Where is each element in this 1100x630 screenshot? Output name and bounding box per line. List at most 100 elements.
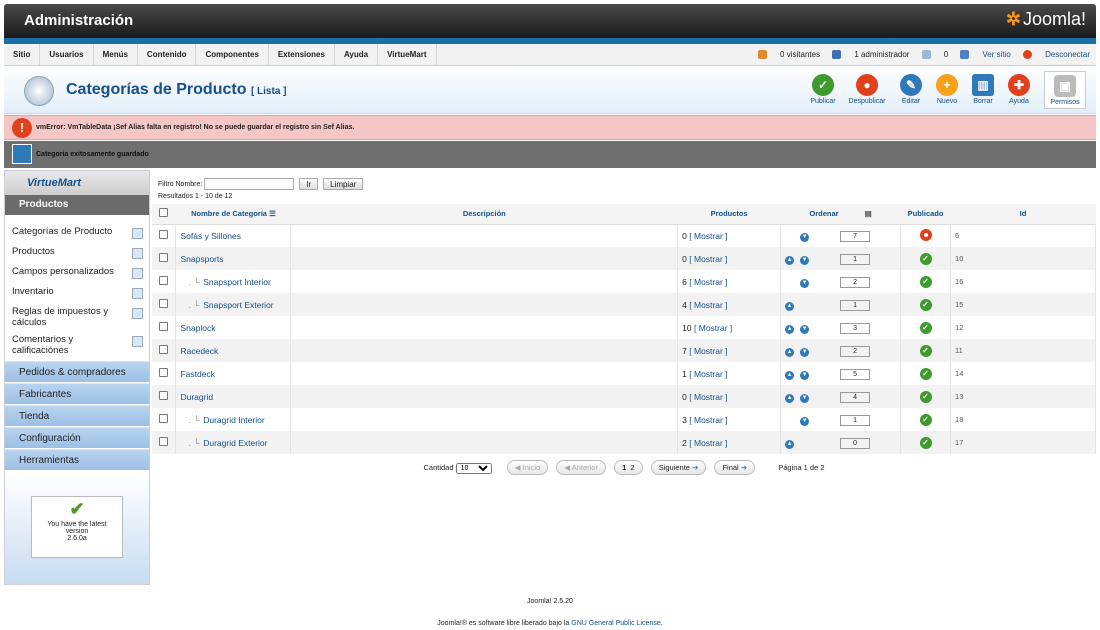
- show-products-link[interactable]: [ Mostrar ]: [694, 323, 732, 333]
- row-checkbox[interactable]: [159, 345, 169, 354]
- move-down-icon[interactable]: ▼: [800, 370, 810, 380]
- virtuemart-logo[interactable]: VirtueMart: [27, 177, 81, 189]
- move-down-icon[interactable]: ▼: [800, 278, 810, 288]
- published-icon[interactable]: ✓: [919, 436, 932, 449]
- end-button[interactable]: Final ➔: [714, 460, 756, 475]
- menu-extensiones[interactable]: Extensiones: [269, 44, 335, 65]
- header-description[interactable]: Descripción: [290, 204, 678, 225]
- show-products-link[interactable]: [ Mostrar ]: [689, 392, 727, 402]
- move-down-icon[interactable]: ▼: [800, 347, 810, 357]
- move-up-icon[interactable]: ▲: [785, 301, 795, 311]
- logout-link[interactable]: Desconectar: [1023, 50, 1090, 60]
- sidebar-item-categorias[interactable]: Categorías de Producto: [5, 223, 149, 243]
- sidebar-item-fabricantes[interactable]: Fabricantes: [5, 383, 149, 404]
- menu-usuarios[interactable]: Usuarios: [40, 44, 94, 65]
- sidebar-item-reglas[interactable]: Reglas de impuestos y cálculos: [5, 303, 149, 331]
- move-down-icon[interactable]: ▼: [800, 255, 810, 265]
- joomla-logo[interactable]: ✲ Joomla!: [1006, 9, 1086, 30]
- order-input[interactable]: 1: [840, 299, 871, 311]
- unpublished-icon[interactable]: [919, 228, 932, 241]
- messages-status[interactable]: 0: [921, 50, 948, 60]
- row-checkbox[interactable]: [159, 391, 169, 400]
- menu-virtuemart[interactable]: VirtueMart: [378, 44, 437, 65]
- move-up-icon[interactable]: ▲: [785, 393, 795, 403]
- move-up-icon[interactable]: ▲: [785, 347, 795, 357]
- order-input[interactable]: 2: [840, 276, 871, 288]
- publish-button[interactable]: ✓ Publicar: [802, 74, 844, 105]
- category-name-link[interactable]: Duragrid: [180, 392, 213, 402]
- go-button[interactable]: Ir: [299, 178, 319, 190]
- category-name-link[interactable]: Sofás y Sillones: [180, 231, 240, 241]
- published-icon[interactable]: ✓: [919, 344, 932, 357]
- published-icon[interactable]: ✓: [919, 252, 932, 265]
- sidebar-section-productos[interactable]: Productos: [5, 195, 149, 215]
- order-input[interactable]: 4: [840, 391, 871, 403]
- move-up-icon[interactable]: ▲: [785, 439, 795, 449]
- show-products-link[interactable]: [ Mostrar ]: [689, 231, 727, 241]
- header-published[interactable]: Publicado: [900, 204, 951, 225]
- sidebar-item-campos[interactable]: Campos personalizados: [5, 263, 149, 283]
- move-up-icon[interactable]: ▲: [785, 255, 795, 265]
- menu-menus[interactable]: Menús: [94, 44, 138, 65]
- category-name-link[interactable]: Fastdeck: [180, 369, 215, 379]
- sidebar-item-inventario[interactable]: Inventario: [5, 283, 149, 303]
- show-products-link[interactable]: [ Mostrar ]: [689, 254, 727, 264]
- show-products-link[interactable]: [ Mostrar ]: [689, 300, 727, 310]
- sidebar-item-comentarios[interactable]: Comentarios y calificaciónes: [5, 331, 149, 359]
- table-row[interactable]: Fastdeck 1 [ Mostrar ] ▲ ▼ 5 ✓ 14: [152, 362, 1096, 385]
- next-button[interactable]: Siguiente ➔: [650, 460, 707, 475]
- filter-name-input[interactable]: [204, 178, 295, 190]
- order-input[interactable]: 3: [840, 322, 871, 334]
- header-name[interactable]: Nombre de Categoría ☰: [175, 204, 291, 225]
- table-row[interactable]: . └ Snapsport Interior 6 [ Mostrar ] ▼ 2 ✓ 16: [152, 270, 1096, 293]
- sidebar-item-configuracion[interactable]: Configuración: [5, 427, 149, 448]
- order-input[interactable]: 5: [840, 368, 871, 380]
- table-row[interactable]: Racedeck 7 [ Mostrar ] ▲ ▼ 2 ✓ 11: [152, 339, 1096, 362]
- table-row[interactable]: . └ Duragrid Exterior 2 [ Mostrar ] ▲ 0 ✓ 17: [152, 431, 1096, 454]
- category-name-link[interactable]: Duragrid Exterior: [203, 438, 267, 448]
- sidebar-item-tienda[interactable]: Tienda: [5, 405, 149, 426]
- menu-ayuda[interactable]: Ayuda: [335, 44, 379, 65]
- table-row[interactable]: Snaplock 10 [ Mostrar ] ▲ ▼ 3 ✓ 12: [152, 316, 1096, 339]
- clear-button[interactable]: Limpiar: [323, 178, 364, 190]
- row-checkbox[interactable]: [159, 276, 169, 285]
- sidebar-item-herramientas[interactable]: Herramientas: [5, 449, 149, 470]
- table-row[interactable]: Sofás y Sillones 0 [ Mostrar ] ▼ 7 6: [152, 224, 1096, 247]
- help-button[interactable]: ✚ Ayuda: [998, 74, 1040, 105]
- header-order[interactable]: Ordenar ▤: [780, 204, 901, 225]
- order-input[interactable]: 1: [840, 414, 871, 426]
- table-row[interactable]: Snapsports 0 [ Mostrar ] ▲ ▼ 1 ✓ 10: [152, 247, 1096, 270]
- order-input[interactable]: 0: [840, 437, 871, 449]
- permissions-button[interactable]: ▣ Permisos: [1044, 71, 1086, 109]
- move-up-icon[interactable]: ▲: [785, 324, 795, 334]
- category-name-link[interactable]: Duragrid Interior: [203, 415, 264, 425]
- show-products-link[interactable]: [ Mostrar ]: [689, 277, 727, 287]
- published-icon[interactable]: ✓: [919, 298, 932, 311]
- unpublish-button[interactable]: ● Despublicar: [846, 74, 888, 105]
- category-name-link[interactable]: Snaplock: [180, 323, 215, 333]
- move-down-icon[interactable]: ▼: [800, 324, 810, 334]
- move-down-icon[interactable]: ▼: [800, 393, 810, 403]
- order-input[interactable]: 1: [840, 253, 871, 265]
- show-products-link[interactable]: [ Mostrar ]: [689, 438, 727, 448]
- view-site-link[interactable]: Ver sitio: [960, 50, 1011, 60]
- page-1-link[interactable]: 1: [622, 463, 626, 472]
- row-checkbox[interactable]: [159, 414, 169, 423]
- row-checkbox[interactable]: [159, 322, 169, 331]
- category-name-link[interactable]: Racedeck: [180, 346, 218, 356]
- show-products-link[interactable]: [ Mostrar ]: [689, 369, 727, 379]
- table-row[interactable]: Duragrid 0 [ Mostrar ] ▲ ▼ 4 ✓ 13: [152, 385, 1096, 408]
- order-input[interactable]: 2: [840, 345, 871, 357]
- show-products-link[interactable]: [ Mostrar ]: [689, 415, 727, 425]
- move-down-icon[interactable]: ▼: [800, 232, 810, 242]
- order-input[interactable]: 7: [840, 230, 871, 242]
- sidebar-item-pedidos[interactable]: Pedidos & compradores: [5, 361, 149, 382]
- page-2-link[interactable]: 2: [630, 463, 634, 472]
- category-name-link[interactable]: Snapsport Interior: [203, 277, 271, 287]
- table-row[interactable]: . └ Snapsport Exterior 4 [ Mostrar ] ▲ 1 ✓ 15: [152, 293, 1096, 316]
- sidebar-item-productos[interactable]: Productos: [5, 243, 149, 263]
- header-id[interactable]: Id: [950, 204, 1096, 225]
- license-link[interactable]: GNU General Public License: [571, 620, 661, 627]
- row-checkbox[interactable]: [159, 437, 169, 446]
- category-name-link[interactable]: Snapsport Exterior: [203, 300, 273, 310]
